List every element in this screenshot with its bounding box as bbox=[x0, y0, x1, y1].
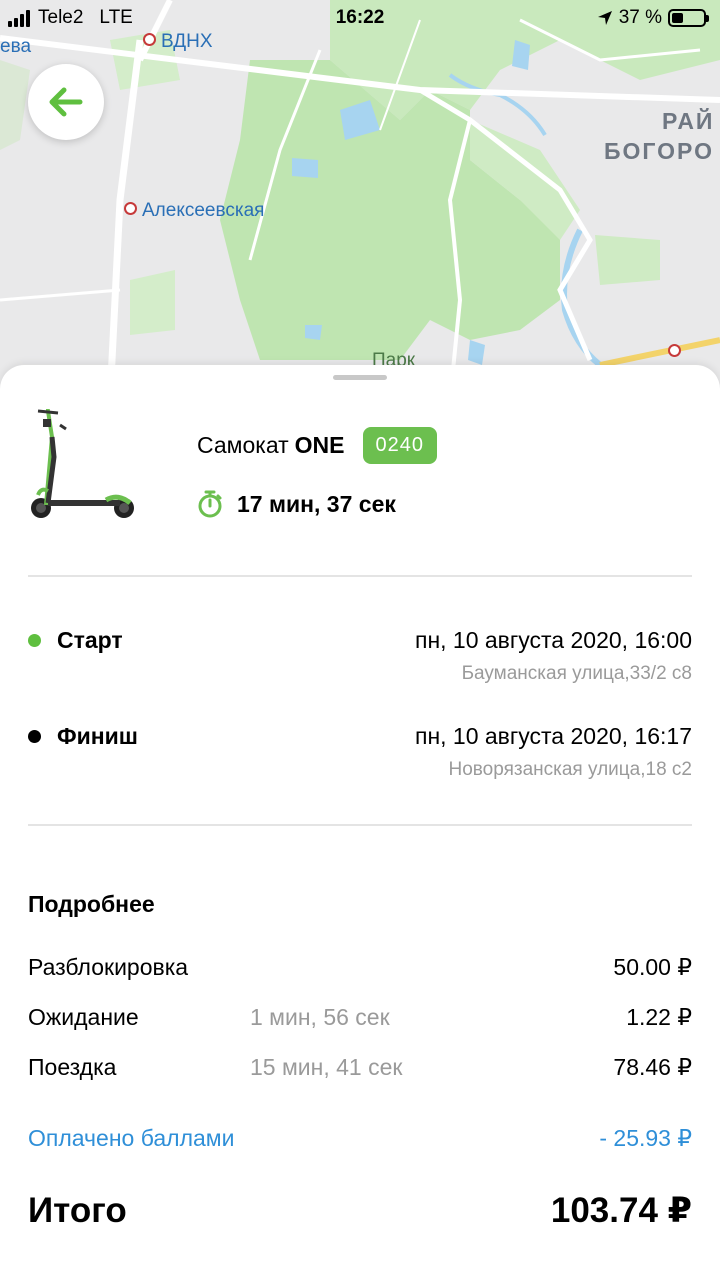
fee-row-points: Оплачено баллами - 25.93 ₽ bbox=[28, 1125, 692, 1155]
status-bar: Tele2 LTE 16:22 37 % bbox=[0, 0, 720, 36]
trip-duration: 17 мин, 37 сек bbox=[197, 490, 396, 518]
points-label: Оплачено баллами bbox=[28, 1125, 235, 1151]
battery-level bbox=[672, 13, 684, 23]
fee-label: Разблокировка bbox=[28, 954, 189, 980]
stopwatch-icon bbox=[198, 490, 222, 518]
vehicle-type: Самокат bbox=[197, 432, 289, 458]
fee-row-waiting: Ожидание 1 мин, 56 сек 1.22 ₽ bbox=[28, 1004, 692, 1034]
map-background bbox=[0, 0, 720, 400]
map-label-alekseevskaya[interactable]: Алексеевская bbox=[124, 200, 264, 222]
battery-percent: 37 % bbox=[618, 7, 662, 28]
divider bbox=[28, 575, 692, 577]
total-label: Итого bbox=[28, 1191, 127, 1230]
vehicle-model: ONE bbox=[294, 432, 345, 458]
map-label-partial: ева bbox=[0, 36, 32, 57]
vehicle-number-badge: 0240 bbox=[362, 427, 437, 464]
fee-label: Поездка bbox=[28, 1054, 117, 1080]
fee-amount: 78.46 ₽ bbox=[613, 1054, 692, 1080]
map-label-alekseevskaya-text: Алексеевская bbox=[142, 200, 265, 221]
location-arrow-icon bbox=[597, 11, 612, 25]
start-label-text: Старт bbox=[57, 627, 123, 653]
details-title: Подробнее bbox=[28, 891, 155, 917]
points-amount: - 25.93 ₽ bbox=[599, 1125, 692, 1151]
fee-row-unlock: Разблокировка 50.00 ₽ bbox=[28, 954, 692, 984]
back-button[interactable] bbox=[28, 64, 104, 140]
sheet-drag-handle[interactable] bbox=[333, 375, 387, 380]
start-address: Бауманская улица,33/2 с8 bbox=[461, 663, 692, 684]
fee-duration: 15 мин, 41 сек bbox=[250, 1054, 403, 1080]
finish-dot-icon bbox=[28, 730, 41, 743]
finish-label: Финиш bbox=[28, 723, 138, 750]
fee-amount: 1.22 ₽ bbox=[626, 1004, 692, 1030]
scooter-image bbox=[31, 409, 134, 518]
map-district-line2: БОГОРО bbox=[604, 138, 714, 164]
finish-datetime: пн, 10 августа 2020, 16:17 bbox=[414, 723, 692, 749]
map[interactable]: ева ВДНХ Алексеевская Парк РАЙ БОГОРО bbox=[0, 0, 720, 400]
finish-label-text: Финиш bbox=[57, 723, 138, 749]
trip-summary-sheet: Самокат ONE 0240 17 мин, 37 сек Старт пн… bbox=[0, 365, 720, 1280]
divider bbox=[28, 824, 692, 826]
status-right: 37 % bbox=[597, 7, 709, 29]
metro-icon-right bbox=[668, 344, 686, 362]
map-district-line1: РАЙ bbox=[662, 108, 715, 134]
start-label: Старт bbox=[28, 627, 123, 654]
battery-icon bbox=[668, 9, 709, 27]
start-dot-icon bbox=[28, 634, 41, 647]
finish-address: Новорязанская улица,18 с2 bbox=[448, 759, 692, 780]
arrow-left-icon bbox=[49, 87, 83, 117]
total-amount: 103.74 ₽ bbox=[550, 1191, 692, 1230]
fee-amount: 50.00 ₽ bbox=[613, 954, 692, 980]
start-datetime: пн, 10 августа 2020, 16:00 bbox=[414, 627, 692, 653]
fee-row-ride: Поездка 15 мин, 41 сек 78.46 ₽ bbox=[28, 1054, 692, 1084]
fee-duration: 1 мин, 56 сек bbox=[250, 1004, 390, 1030]
metro-icon bbox=[124, 202, 137, 216]
vehicle-info: Самокат ONE 0240 bbox=[197, 427, 437, 464]
trip-duration-text: 17 мин, 37 сек bbox=[237, 490, 396, 517]
fee-label: Ожидание bbox=[28, 1004, 139, 1030]
